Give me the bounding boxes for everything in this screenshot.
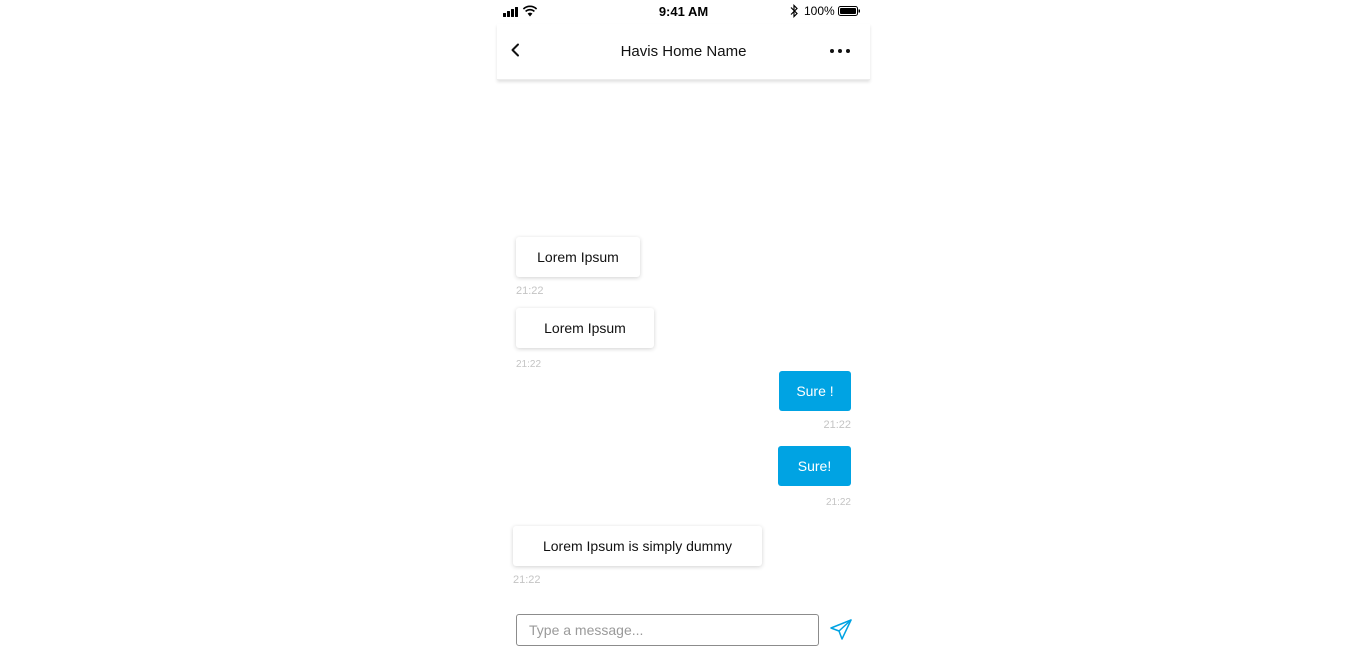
- battery-percent: 100%: [804, 4, 835, 18]
- app-stage: 9:41 AM 100% Havis Home Name Lorem Ipsum: [0, 0, 1366, 663]
- message-timestamp: 21:22: [513, 574, 541, 586]
- status-bar: 9:41 AM 100%: [497, 0, 870, 24]
- message-bubble-outgoing[interactable]: Sure !: [779, 371, 851, 411]
- message-bubble-incoming[interactable]: Lorem Ipsum: [516, 237, 640, 277]
- message-bubble-outgoing[interactable]: Sure!: [778, 446, 851, 486]
- message-input[interactable]: [516, 614, 819, 646]
- send-icon[interactable]: [828, 617, 854, 643]
- message-timestamp: 21:22: [825, 497, 851, 508]
- message-timestamp: 21:22: [516, 285, 544, 297]
- message-timestamp: 21:22: [823, 419, 851, 431]
- more-horizontal-icon[interactable]: [828, 41, 852, 59]
- battery-icon: [838, 6, 860, 16]
- message-timestamp: 21:22: [516, 359, 542, 370]
- page-title: Havis Home Name: [620, 43, 747, 60]
- bluetooth-icon: [790, 4, 798, 18]
- chat-screen: 9:41 AM 100% Havis Home Name Lorem Ipsum: [497, 0, 870, 663]
- chat-header: Havis Home Name: [497, 24, 870, 80]
- message-bubble-incoming[interactable]: Lorem Ipsum is simply dummy: [513, 526, 762, 566]
- message-bubble-incoming[interactable]: Lorem Ipsum: [516, 308, 654, 348]
